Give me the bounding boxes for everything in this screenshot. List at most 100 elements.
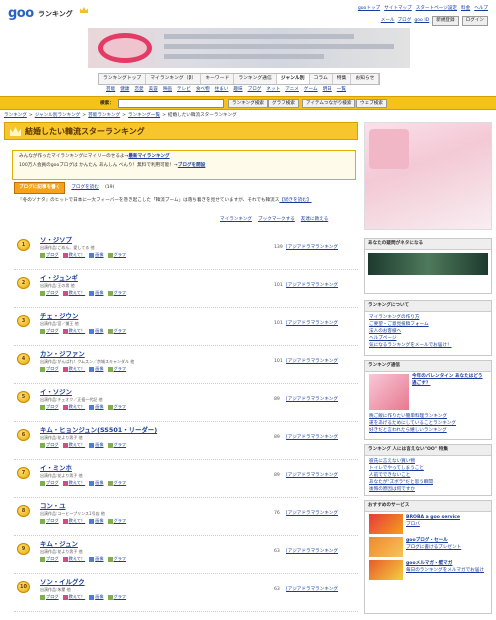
graph-action[interactable]: グラフ — [107, 252, 126, 258]
about-link[interactable]: ヘルプページ — [369, 335, 487, 342]
breadcrumb-link[interactable]: 芸能ランキング — [88, 113, 120, 119]
breadcrumb-link[interactable]: ジャンル別ランキング — [35, 113, 81, 119]
blog-action[interactable]: ブログ — [40, 556, 59, 562]
category-link[interactable]: [アジアドラマランキング — [286, 321, 338, 327]
register-button[interactable]: 新規登録 — [432, 16, 459, 26]
ranking-search-button[interactable]: ランキング検索 — [228, 99, 269, 108]
image-action[interactable]: 画像 — [89, 404, 104, 410]
top-link[interactable]: 料金 — [461, 6, 470, 12]
image-action[interactable]: 画像 — [89, 442, 104, 448]
star-name-link[interactable]: イ・ジュンギ — [40, 274, 78, 282]
tell-friend-action[interactable]: 友達に教える — [301, 217, 328, 223]
graph-action[interactable]: グラフ — [107, 404, 126, 410]
ask-action[interactable]: 教えて！ — [62, 480, 85, 486]
image-action[interactable]: 画像 — [89, 328, 104, 334]
category-link[interactable]: [アジアドラマランキング — [286, 397, 338, 403]
blog-action[interactable]: ブログ — [40, 518, 59, 524]
news-feature-link[interactable]: 今年のバレンタイン あなたはどう過ごす？ — [412, 374, 487, 410]
my-ranking-link[interactable]: 最新マイランキング — [128, 154, 169, 159]
nav-tab[interactable]: ランキング通信 — [234, 74, 277, 84]
nav-tab[interactable]: 特集 — [333, 74, 352, 84]
service-title[interactable]: gooブログ・セール — [406, 537, 461, 544]
my-ranking-action[interactable]: マイランキング — [220, 217, 252, 223]
blog-action[interactable]: ブログ — [40, 480, 59, 486]
image-action[interactable]: 画像 — [89, 518, 104, 524]
genre-link[interactable]: ゲーム — [304, 87, 318, 93]
about-link[interactable]: 気になるランキングをメールでお届け！ — [369, 342, 487, 349]
genre-link[interactable]: アニメ — [285, 87, 299, 93]
blog-action[interactable]: ブログ — [40, 594, 59, 600]
nav-tab[interactable]: お知らせ — [351, 74, 380, 84]
about-link[interactable]: ご要望・ご意見投稿フォーム — [369, 321, 487, 328]
mail-link[interactable]: メール — [381, 18, 395, 24]
special-link[interactable]: 人前でできないこと — [369, 472, 487, 479]
genre-link[interactable]: 食べ物 — [196, 87, 210, 93]
ask-action[interactable]: 教えて！ — [62, 442, 85, 448]
service-thumbnail[interactable] — [369, 559, 403, 580]
special-link[interactable]: 彼氏に言えない買い物 — [369, 458, 487, 465]
ad-banner[interactable] — [88, 28, 410, 68]
image-action[interactable]: 画像 — [89, 556, 104, 562]
service-thumbnail[interactable] — [369, 536, 403, 557]
news-thumbnail[interactable] — [369, 373, 409, 410]
category-link[interactable]: [アジアドラマランキング — [286, 511, 338, 517]
genre-link[interactable]: 住まい — [215, 87, 229, 93]
ask-action[interactable]: 教えて！ — [62, 290, 85, 296]
service-thumbnail[interactable] — [369, 513, 403, 534]
top-link[interactable]: ヘルプ — [474, 6, 488, 12]
blog-action[interactable]: ブログ — [40, 252, 59, 258]
blog-action[interactable]: ブログ — [40, 366, 59, 372]
image-action[interactable]: 画像 — [89, 252, 104, 258]
news-link[interactable]: 好きだと言われたら嬉しいランキング — [369, 427, 487, 434]
graph-action[interactable]: グラフ — [107, 518, 126, 524]
image-action[interactable]: 画像 — [89, 366, 104, 372]
top-link[interactable]: サイトマップ — [384, 6, 412, 12]
genre-link[interactable]: 恋愛 — [134, 87, 143, 93]
genre-link[interactable]: 一覧 — [337, 87, 346, 93]
about-link[interactable]: マイランキングの作り方 — [369, 314, 487, 321]
star-name-link[interactable]: カン・ジファン — [40, 350, 85, 358]
goo-id-link[interactable]: goo ID — [414, 18, 429, 24]
top-link[interactable]: スタートページ設定 — [416, 6, 457, 12]
genre-link[interactable]: ブログ — [248, 87, 262, 93]
breadcrumb-link[interactable]: ランキング一覧 — [128, 113, 160, 119]
star-name-link[interactable]: キム・ジュン — [40, 540, 78, 548]
login-button[interactable]: ログイン — [461, 16, 488, 26]
genre-link[interactable]: 美容 — [149, 87, 158, 93]
service-title[interactable]: gooメルマガ・壁マガ — [406, 560, 484, 567]
ask-action[interactable]: 教えて！ — [62, 556, 85, 562]
ask-action[interactable]: 教えて！ — [62, 518, 85, 524]
star-name-link[interactable]: キム・ヒョンジュン(SS501・リーダー) — [40, 426, 157, 434]
graph-action[interactable]: グラフ — [107, 480, 126, 486]
star-name-link[interactable]: ソ・ジソプ — [40, 236, 72, 244]
open-blog-link[interactable]: ブログを開設 — [178, 163, 206, 168]
ask-action[interactable]: 教えて！ — [62, 328, 85, 334]
survey-image[interactable] — [368, 252, 488, 275]
graph-search-button[interactable]: グラフ検索 — [268, 99, 299, 108]
category-link[interactable]: [アジアドラマランキング — [286, 435, 338, 441]
category-link[interactable]: [アジアドラマランキング — [286, 245, 338, 251]
star-name-link[interactable]: チェ・ジウン — [40, 312, 78, 320]
image-action[interactable]: 画像 — [89, 594, 104, 600]
ask-action[interactable]: 教えて！ — [62, 594, 85, 600]
web-search-button[interactable]: ウェブ検索 — [356, 99, 387, 108]
image-action[interactable]: 画像 — [89, 480, 104, 486]
category-link[interactable]: [アジアドラマランキング — [286, 473, 338, 479]
graph-action[interactable]: グラフ — [107, 366, 126, 372]
top-link[interactable]: gooトップ — [358, 6, 380, 12]
bookmark-action[interactable]: ブックマークする — [258, 217, 295, 223]
special-link[interactable]: 後悔の原因は何ですか — [369, 486, 487, 493]
special-link[interactable]: トイレでやってしまうこと — [369, 465, 487, 472]
ask-action[interactable]: 教えて！ — [62, 404, 85, 410]
genre-link[interactable]: ネット — [266, 87, 280, 93]
item-search-button[interactable]: アイテムつながり検索 — [302, 99, 356, 108]
genre-link[interactable]: 芸能 — [106, 87, 115, 93]
breadcrumb-link[interactable]: ランキング — [4, 113, 27, 119]
graph-action[interactable]: グラフ — [107, 556, 126, 562]
graph-action[interactable]: グラフ — [107, 328, 126, 334]
graph-action[interactable]: グラフ — [107, 290, 126, 296]
star-name-link[interactable]: ソン・イルグク — [40, 578, 85, 586]
special-link[interactable]: あなたが"ズボラ"だと思う瞬間 — [369, 479, 487, 486]
service-title[interactable]: BROBA a goo service — [406, 514, 460, 521]
genre-link[interactable]: テレビ — [177, 87, 191, 93]
